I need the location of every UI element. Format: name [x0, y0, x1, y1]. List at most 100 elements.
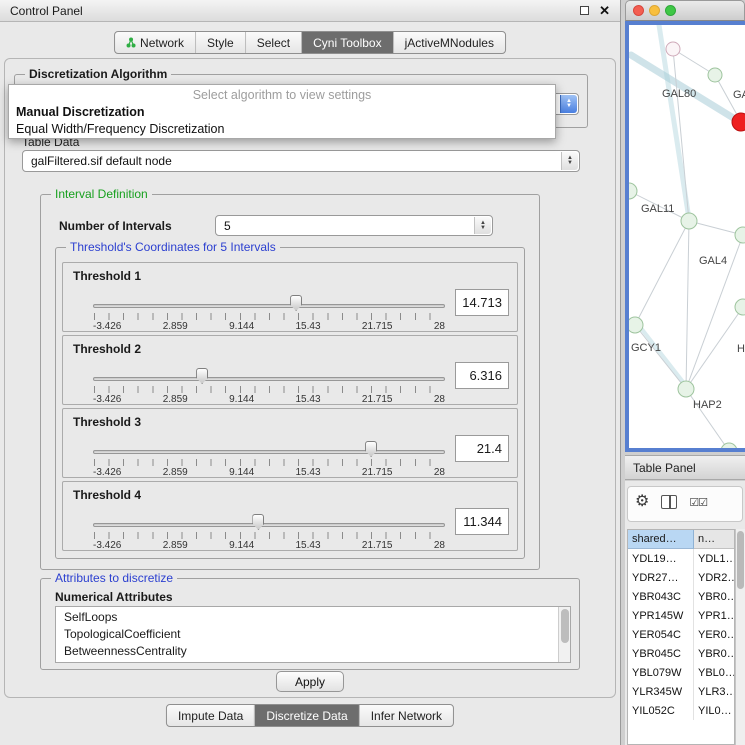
slider-thumb[interactable] [290, 295, 302, 311]
columns-icon[interactable] [661, 495, 677, 509]
algorithm-option[interactable]: Manual Discretization [9, 104, 555, 121]
arrow-down-icon: ▼ [566, 104, 572, 109]
table-row[interactable]: YLR345W YLR3… [628, 682, 734, 701]
scale-label: 21.715 [362, 394, 393, 405]
algorithm-dropdown-popup: Select algorithm to view settings Manual… [8, 84, 556, 139]
combo-stepper-icon[interactable]: ▲ ▼ [474, 217, 491, 234]
bottom-tab[interactable]: Impute Data [167, 705, 254, 726]
network-edge[interactable] [635, 221, 689, 325]
slider-track[interactable] [93, 523, 445, 527]
table-row[interactable]: YBR045C YBR0… [628, 644, 734, 663]
attribute-list-item[interactable]: BetweennessCentrality [64, 643, 570, 660]
slider-scale: -3.426 2.859 9.144 15.43 21.715 28 [93, 321, 445, 332]
slider-ticks [94, 386, 444, 393]
tab-label: Network [140, 36, 184, 50]
slider-thumb[interactable] [252, 514, 264, 530]
threshold-value-field[interactable]: 21.4 [455, 435, 509, 462]
network-node[interactable] [735, 227, 745, 243]
network-node-label: HAP2 [693, 399, 722, 411]
control-panel-tab[interactable]: Style [195, 32, 245, 53]
cell-shared-name: YBL079W [628, 663, 694, 682]
table-row[interactable]: YDL19… YDL1… [628, 549, 734, 568]
control-panel-tab[interactable]: Select [245, 32, 301, 53]
interval-definition-group: Interval Definition Number of Intervals … [40, 194, 540, 570]
apply-button[interactable]: Apply [276, 671, 344, 692]
control-panel-tab[interactable]: Cyni Toolbox [301, 32, 392, 53]
scale-label: 15.43 [296, 467, 321, 478]
attribute-list-item[interactable]: SelfLoops [64, 609, 570, 626]
threshold-block: Threshold 4 -3.426 2.859 9.144 15.43 [62, 481, 518, 551]
network-node[interactable] [732, 113, 745, 131]
threshold-slider[interactable]: -3.426 2.859 9.144 15.43 21.715 28 [93, 447, 445, 477]
slider-track[interactable] [93, 377, 445, 381]
slider-track[interactable] [93, 304, 445, 308]
slider-thumb[interactable] [196, 368, 208, 384]
zoom-traffic-light-icon[interactable] [665, 5, 676, 16]
algorithm-placeholder-option[interactable]: Select algorithm to view settings [9, 85, 555, 104]
control-panel-tab[interactable]: Network [115, 32, 195, 53]
number-of-intervals-combo[interactable]: 5 ▲ ▼ [215, 215, 493, 236]
threshold-slider[interactable]: -3.426 2.859 9.144 15.43 21.715 28 [93, 374, 445, 404]
select-rows-icon[interactable]: ☑☑ [689, 496, 707, 509]
slider-scale: -3.426 2.859 9.144 15.43 21.715 28 [93, 467, 445, 478]
bottom-tab[interactable]: Discretize Data [254, 705, 358, 726]
network-edge[interactable] [635, 325, 686, 389]
table-row[interactable]: YER054C YER0… [628, 625, 734, 644]
table-row[interactable]: YBL079W YBL0… [628, 663, 734, 682]
network-edge[interactable] [686, 307, 743, 389]
combo-stepper-icon[interactable]: ▲ ▼ [561, 152, 578, 170]
table-row[interactable]: YPR145W YPR1… [628, 606, 734, 625]
minimize-traffic-light-icon[interactable] [649, 5, 660, 16]
cell-name: YER0… [694, 625, 734, 644]
scale-label: 15.43 [296, 321, 321, 332]
gear-icon[interactable]: ⚙ [635, 494, 649, 510]
algorithm-option[interactable]: Equal Width/Frequency Discretization [9, 121, 555, 138]
column-header-name[interactable]: n… [694, 530, 734, 549]
network-node[interactable] [721, 443, 737, 452]
network-edge-band[interactable] [631, 55, 735, 119]
network-canvas[interactable]: GAL80GAGAL11GAL4GCY1HHAP2 [625, 21, 745, 452]
slider-track[interactable] [93, 450, 445, 454]
network-graph[interactable]: GAL80GAGAL11GAL4GCY1HHAP2 [629, 25, 745, 452]
attributes-scrollbar[interactable] [558, 607, 570, 662]
table-row[interactable]: YDR27… YDR2… [628, 568, 734, 587]
control-panel-tab[interactable]: jActiveMNodules [393, 32, 505, 53]
scrollbar-thumb[interactable] [561, 609, 569, 643]
table-rows: YDL19… YDL1… YDR27… YDR2… YBR043C YBR0… [628, 549, 734, 720]
network-node[interactable] [629, 183, 637, 199]
network-node[interactable] [678, 381, 694, 397]
slider-thumb[interactable] [365, 441, 377, 457]
attribute-list-item[interactable]: TopologicalCoefficient [64, 626, 570, 643]
network-node[interactable] [681, 213, 697, 229]
window-title: Control Panel [10, 4, 580, 18]
close-window-icon[interactable]: ✕ [599, 3, 610, 19]
slider-ticks [94, 532, 444, 539]
combo-stepper-icon[interactable]: ▲ ▼ [560, 95, 577, 113]
network-edge[interactable] [686, 221, 689, 389]
table-scrollbar[interactable] [735, 529, 745, 745]
close-traffic-light-icon[interactable] [633, 5, 644, 16]
float-window-icon[interactable] [580, 6, 589, 15]
scale-label: -3.426 [93, 321, 121, 332]
algorithm-option-label: Manual Discretization [16, 105, 145, 119]
network-edge-band[interactable] [637, 323, 687, 387]
threshold-value-field[interactable]: 6.316 [455, 362, 509, 389]
network-node[interactable] [708, 68, 722, 82]
threshold-value-field[interactable]: 11.344 [455, 508, 509, 535]
network-node[interactable] [735, 299, 745, 315]
threshold-slider[interactable]: -3.426 2.859 9.144 15.43 21.715 28 [93, 520, 445, 550]
network-node-label: GCY1 [631, 342, 661, 354]
table-data-combo[interactable]: galFiltered.sif default node ▲ ▼ [22, 150, 580, 172]
scrollbar-thumb[interactable] [737, 531, 744, 589]
table-row[interactable]: YBR043C YBR0… [628, 587, 734, 606]
cell-name: YBR0… [694, 644, 734, 663]
cell-shared-name: YBR043C [628, 587, 694, 606]
network-node[interactable] [666, 42, 680, 56]
column-header-shared-name[interactable]: shared… [628, 530, 694, 549]
table-row[interactable]: YIL052C YIL0… [628, 701, 734, 720]
threshold-value-field[interactable]: 14.713 [455, 289, 509, 316]
cell-shared-name: YER054C [628, 625, 694, 644]
threshold-slider[interactable]: -3.426 2.859 9.144 15.43 21.715 28 [93, 301, 445, 331]
network-node[interactable] [629, 317, 643, 333]
bottom-tab[interactable]: Infer Network [359, 705, 453, 726]
